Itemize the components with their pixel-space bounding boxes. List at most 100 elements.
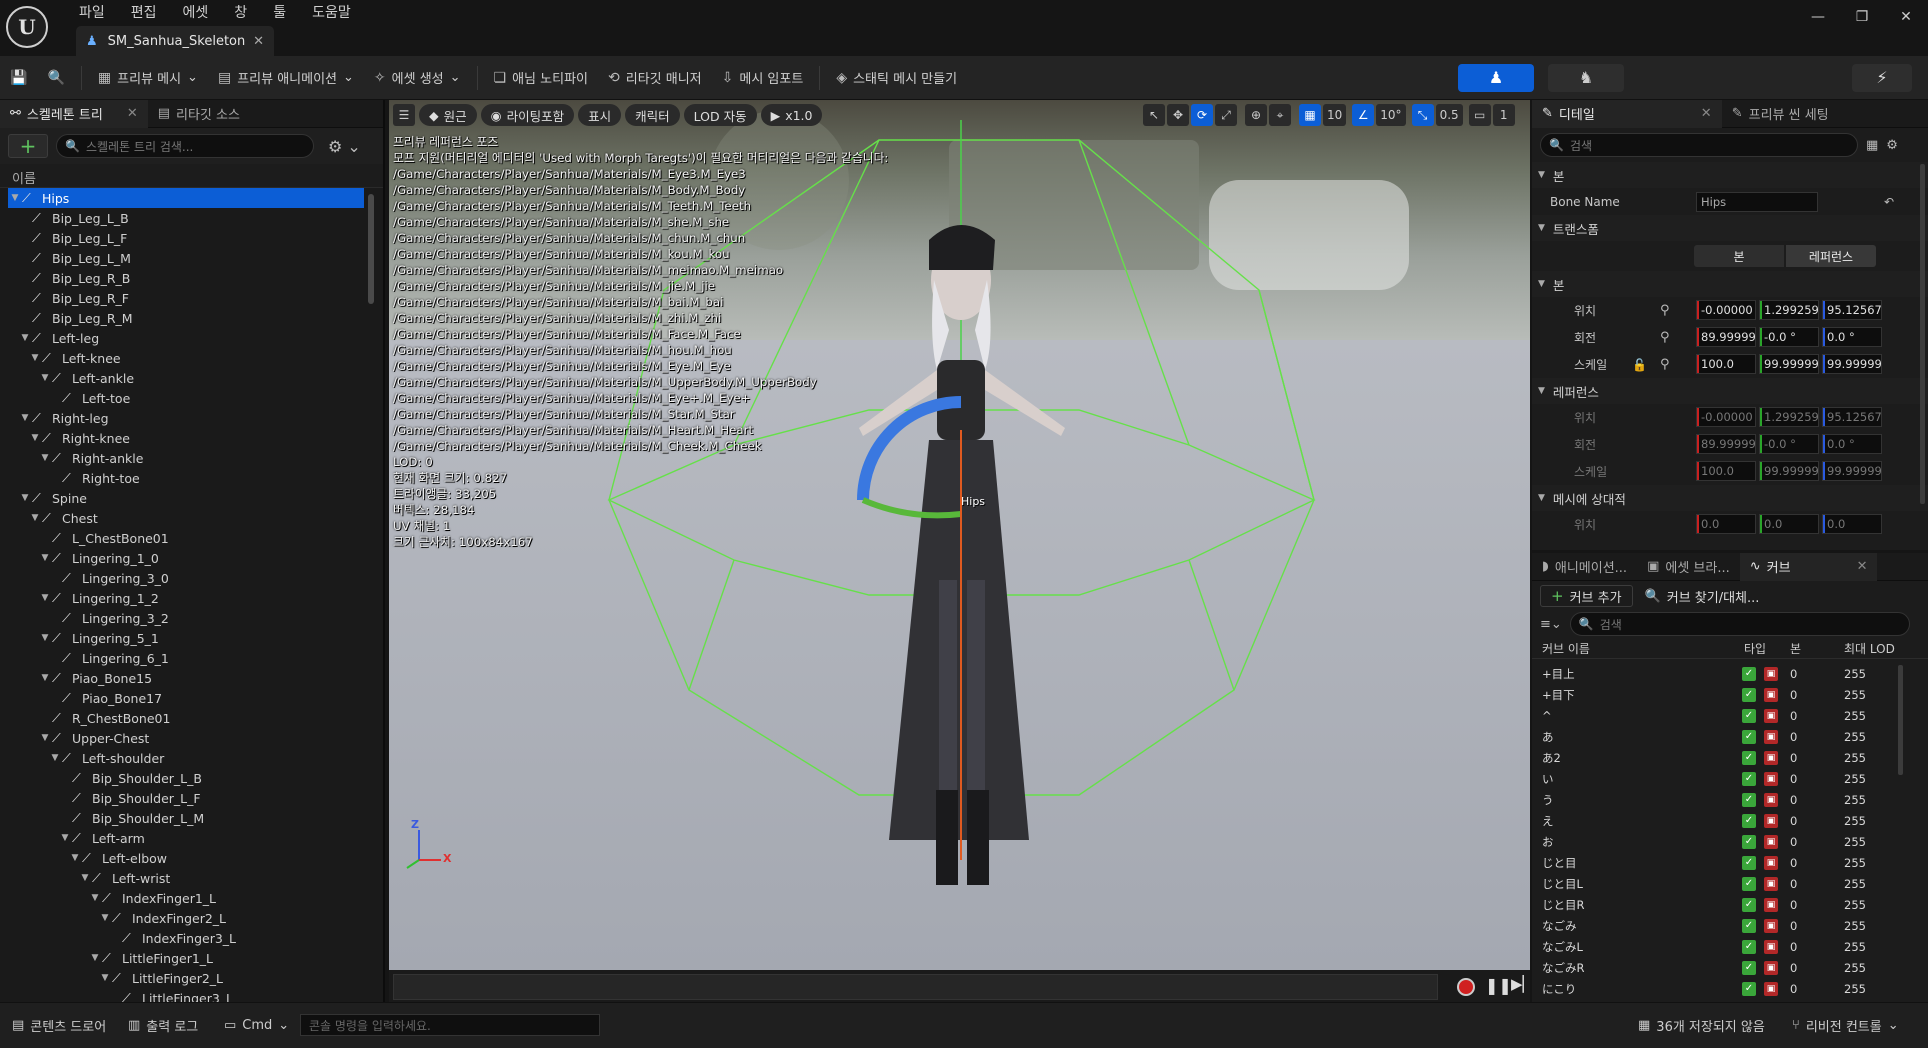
bone-tree-row[interactable]: ▼ ⟋ Chest	[8, 508, 364, 528]
tab-curve[interactable]: ∿ 커브 ✕	[1739, 552, 1878, 581]
numeric-field-y[interactable]: 99.999999	[1759, 354, 1819, 374]
curve-row[interactable]: あ ✓ ▣ 0 255	[1540, 726, 1906, 747]
menu-item[interactable]: 창	[221, 2, 260, 24]
menu-item[interactable]: 파일	[66, 2, 118, 24]
numeric-field-x[interactable]: 89.999999	[1696, 434, 1756, 454]
material-icon[interactable]: ▣	[1764, 708, 1778, 723]
material-icon[interactable]: ▣	[1764, 834, 1778, 849]
chevron-down-icon[interactable]: ▼	[90, 953, 100, 963]
bone-tree-row[interactable]: ▼ ⟋ Right-ankle	[8, 448, 364, 468]
chevron-down-icon[interactable]: ▼	[70, 853, 80, 863]
subsection-bone[interactable]: ▼ 본	[1532, 271, 1928, 297]
morph-target-icon[interactable]: ✓	[1742, 813, 1756, 828]
curve-row[interactable]: ^ ✓ ▣ 0 255	[1540, 705, 1906, 726]
morph-target-icon[interactable]: ✓	[1742, 666, 1756, 681]
bone-tree-row[interactable]: ▼ ⟋ LittleFinger2_L	[8, 968, 364, 988]
morph-target-icon[interactable]: ✓	[1742, 939, 1756, 954]
bone-tree-row[interactable]: ▼ ⟋ Left-elbow	[8, 848, 364, 868]
retarget-manager-button[interactable]: ⟲ 리타깃 매니저	[598, 62, 712, 94]
curve-row[interactable]: じと目 ✓ ▣ 0 255	[1540, 852, 1906, 873]
morph-target-icon[interactable]: ✓	[1742, 729, 1756, 744]
curve-row[interactable]: お ✓ ▣ 0 255	[1540, 831, 1906, 852]
chevron-down-icon[interactable]: ▼	[50, 753, 60, 763]
material-icon[interactable]: ▣	[1764, 897, 1778, 912]
pivot-icon[interactable]: ⚲	[1660, 303, 1670, 318]
settings-gear-icon[interactable]: ⚙ ⌄	[328, 137, 361, 156]
curve-row[interactable]: え ✓ ▣ 0 255	[1540, 810, 1906, 831]
morph-target-icon[interactable]: ✓	[1742, 918, 1756, 933]
timeline-track[interactable]	[393, 974, 1438, 1000]
curve-row[interactable]: なごみL ✓ ▣ 0 255	[1540, 936, 1906, 957]
curve-row[interactable]: +目下 ✓ ▣ 0 255	[1540, 684, 1906, 705]
bone-tree-row[interactable]: ⟋ Bip_Leg_L_M	[8, 248, 364, 268]
numeric-field-x[interactable]: 100.0	[1696, 461, 1756, 481]
details-scrollbar[interactable]	[1920, 164, 1925, 504]
morph-target-icon[interactable]: ✓	[1742, 876, 1756, 891]
morph-target-icon[interactable]: ✓	[1742, 960, 1756, 975]
bone-tree-row[interactable]: ⟋ Bip_Leg_L_F	[8, 228, 364, 248]
morph-target-icon[interactable]: ✓	[1742, 771, 1756, 786]
table-view-icon[interactable]: ▦	[1866, 138, 1878, 153]
bone-tree-row[interactable]: ▼ ⟋ Left-leg	[8, 328, 364, 348]
bone-name-field[interactable]: Hips	[1696, 191, 1818, 212]
preview-animation-button[interactable]: ▤ 프리뷰 애니메이션 ⌄	[208, 62, 364, 94]
menu-item[interactable]: 도움말	[299, 2, 364, 24]
morph-target-icon[interactable]: ✓	[1742, 792, 1756, 807]
unsaved-button[interactable]: ▦ 36개 저장되지 않음	[1630, 1011, 1773, 1039]
chevron-down-icon[interactable]: ▼	[20, 493, 30, 503]
material-icon[interactable]: ▣	[1764, 729, 1778, 744]
bone-tree-row[interactable]: ⟋ Left-toe	[8, 388, 364, 408]
numeric-field-z[interactable]: 0.0	[1822, 514, 1882, 534]
add-button[interactable]: +	[8, 134, 48, 158]
filter-icon[interactable]: ≡⌄	[1540, 617, 1562, 632]
gear-icon[interactable]: ⚙	[1886, 138, 1898, 153]
numeric-field-x[interactable]: 0.0	[1696, 514, 1756, 534]
chevron-down-icon[interactable]: ▼	[30, 513, 40, 523]
bone-tree-row[interactable]: ▼ ⟋ IndexFinger2_L	[8, 908, 364, 928]
numeric-field-z[interactable]: 0.0 °	[1822, 434, 1882, 454]
bone-tree-row[interactable]: ⟋ Bip_Leg_R_B	[8, 268, 364, 288]
toggle-reference-button[interactable]: 레퍼런스	[1786, 245, 1876, 267]
section-bone[interactable]: ▼ 본	[1532, 162, 1928, 188]
morph-target-icon[interactable]: ✓	[1742, 708, 1756, 723]
bone-tree-row[interactable]: ▼ ⟋ Lingering_1_2	[8, 588, 364, 608]
morph-target-icon[interactable]: ✓	[1742, 897, 1756, 912]
curve-search-input[interactable]: 🔍 검색	[1569, 612, 1910, 636]
preview-mesh-button[interactable]: ▦ 프리뷰 메시 ⌄	[88, 62, 208, 94]
numeric-field-y[interactable]: -0.0 °	[1759, 327, 1819, 347]
numeric-field-y[interactable]: 0.0	[1759, 514, 1819, 534]
chevron-down-icon[interactable]: ▼	[20, 333, 30, 343]
add-curve-button[interactable]: + 커브 추가	[1540, 585, 1633, 607]
morph-target-icon[interactable]: ✓	[1742, 981, 1756, 996]
material-icon[interactable]: ▣	[1764, 687, 1778, 702]
numeric-field-y[interactable]: -0.0 °	[1759, 434, 1819, 454]
import-mesh-button[interactable]: ⇩ 메시 임포트	[712, 62, 814, 94]
cmd-dropdown[interactable]: ▭ Cmd ⌄	[216, 1011, 297, 1039]
chevron-down-icon[interactable]: ▼	[40, 633, 50, 643]
bone-tree-row[interactable]: ⟋ LittleFinger3_L	[8, 988, 364, 1002]
bone-tree-row[interactable]: ▼ ⟋ Left-arm	[8, 828, 364, 848]
tab-retarget-source[interactable]: ▤ 리타깃 소스	[148, 100, 250, 128]
chevron-down-icon[interactable]: ▼	[40, 673, 50, 683]
pivot-icon[interactable]: ⚲	[1660, 357, 1670, 372]
material-icon[interactable]: ▣	[1764, 939, 1778, 954]
numeric-field-z[interactable]: 99.999999	[1822, 354, 1882, 374]
tab-skeleton-tree[interactable]: ⚯ 스켈레톤 트리 ✕	[0, 99, 148, 128]
bone-tree-row[interactable]: ▼ ⟋ IndexFinger1_L	[8, 888, 364, 908]
numeric-field-y[interactable]: 99.999999	[1759, 461, 1819, 481]
chevron-down-icon[interactable]: ▼	[30, 433, 40, 443]
tab-preview-scene[interactable]: ✎ 프리뷰 씬 세팅	[1722, 100, 1839, 128]
console-input[interactable]: 콘솔 명령을 입력하세요.	[300, 1014, 600, 1036]
bone-tree-row[interactable]: ▼ ⟋ Left-shoulder	[8, 748, 364, 768]
material-icon[interactable]: ▣	[1764, 750, 1778, 765]
material-icon[interactable]: ▣	[1764, 792, 1778, 807]
create-asset-button[interactable]: ✧ 에셋 생성 ⌄	[364, 62, 471, 94]
curve-row[interactable]: う ✓ ▣ 0 255	[1540, 789, 1906, 810]
bone-tree-row[interactable]: ⟋ Lingering_6_1	[8, 648, 364, 668]
curve-row[interactable]: にこり ✓ ▣ 0 255	[1540, 978, 1906, 999]
numeric-field-z[interactable]: 95.125675	[1822, 300, 1882, 320]
bone-tree-row[interactable]: ▼ ⟋ Left-wrist	[8, 868, 364, 888]
pause-icon[interactable]: ❚❚	[1485, 976, 1512, 995]
forward-icon[interactable]: ▶▏	[1511, 975, 1534, 993]
close-icon[interactable]: ✕	[1857, 559, 1868, 574]
